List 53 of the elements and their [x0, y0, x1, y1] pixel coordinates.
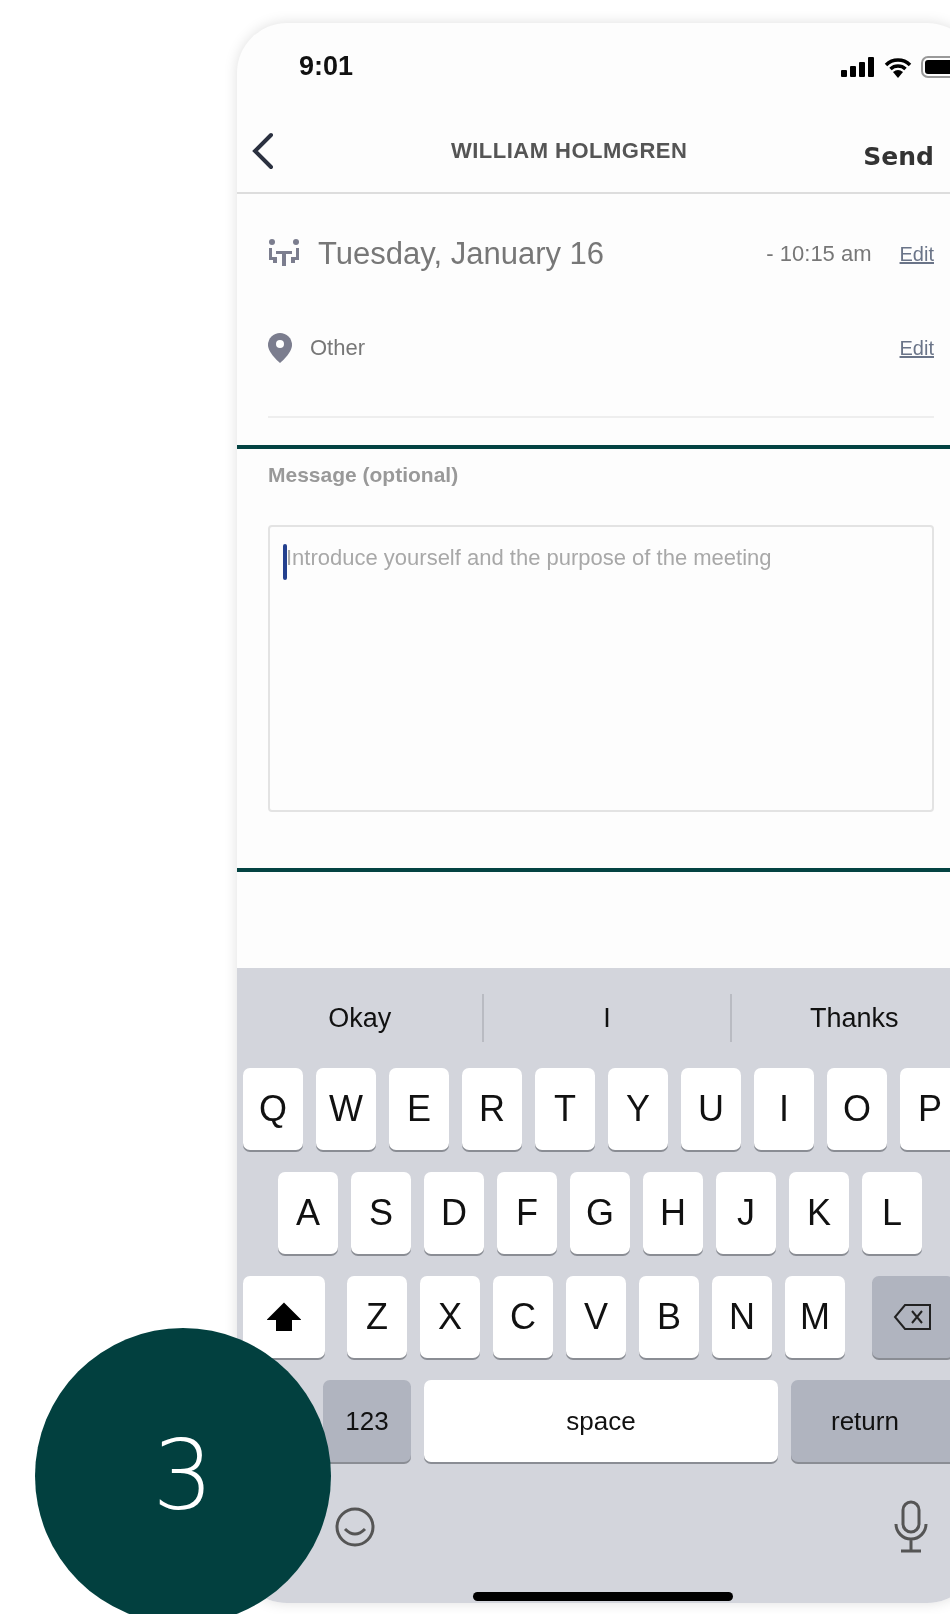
keyboard-key[interactable]: H — [643, 1172, 703, 1254]
keyboard-key[interactable]: Z — [347, 1276, 407, 1358]
signal-icon — [841, 56, 875, 77]
keyboard-key[interactable]: R — [462, 1068, 522, 1150]
keyboard-key[interactable]: L — [862, 1172, 922, 1254]
location-name: Other — [310, 335, 367, 361]
status-time: 9:01 — [299, 51, 354, 82]
edit-link[interactable]: Edit — [899, 242, 934, 266]
location-pin-icon — [268, 333, 292, 363]
message-label: Message (optional) — [268, 463, 460, 487]
keyboard-key[interactable]: A — [278, 1172, 338, 1254]
keyboard-key[interactable]: P — [900, 1068, 950, 1150]
keyboard-key[interactable]: F — [497, 1172, 557, 1254]
send-button[interactable]: Send — [863, 141, 934, 171]
suggestion-item[interactable]: Thanks — [729, 994, 950, 1042]
keyboard-key[interactable]: G — [570, 1172, 630, 1254]
keyboard-key[interactable]: C — [493, 1276, 553, 1358]
emoji-icon[interactable] — [335, 1507, 375, 1547]
backspace-icon — [893, 1303, 933, 1331]
keyboard-key[interactable]: U — [681, 1068, 741, 1150]
keyboard-key[interactable]: V — [566, 1276, 626, 1358]
keyboard-key[interactable]: E — [389, 1068, 449, 1150]
keyboard-key[interactable]: I — [754, 1068, 814, 1150]
keyboard-key[interactable]: Q — [243, 1068, 303, 1150]
delete-key[interactable] — [872, 1276, 950, 1358]
meeting-time: - 10:15 am — [766, 241, 872, 267]
keyboard-key[interactable]: J — [716, 1172, 776, 1254]
keyboard-key[interactable]: B — [639, 1276, 699, 1358]
wifi-icon — [883, 55, 913, 78]
keyboard-key[interactable]: Y — [608, 1068, 668, 1150]
keyboard-key[interactable]: D — [424, 1172, 484, 1254]
space-key[interactable]: space — [424, 1380, 778, 1462]
keyboard-key[interactable]: N — [712, 1276, 772, 1358]
suggestion-item[interactable]: I — [482, 994, 730, 1042]
return-key[interactable]: return — [791, 1380, 950, 1462]
meeting-date: Tuesday, January 16 — [318, 236, 606, 272]
keyboard-key[interactable]: S — [351, 1172, 411, 1254]
keyboard-key[interactable]: X — [420, 1276, 480, 1358]
microphone-icon[interactable] — [893, 1500, 929, 1554]
numbers-key[interactable]: 123 — [323, 1380, 411, 1462]
keyboard-key[interactable]: W — [316, 1068, 376, 1150]
shift-key[interactable] — [243, 1276, 325, 1358]
keyboard-key[interactable]: M — [785, 1276, 845, 1358]
keyboard-key[interactable]: T — [535, 1068, 595, 1150]
meeting-icon — [268, 239, 300, 269]
step-number-badge: 3 — [35, 1328, 331, 1614]
shift-icon — [267, 1302, 301, 1332]
back-icon[interactable] — [251, 132, 275, 170]
edit-link[interactable]: Edit — [899, 336, 934, 360]
keyboard-key[interactable]: K — [789, 1172, 849, 1254]
keyboard-key[interactable]: O — [827, 1068, 887, 1150]
contact-name-title: WILLIAM HOLMGREN — [449, 138, 689, 164]
suggestion-item[interactable]: Okay — [237, 994, 483, 1042]
